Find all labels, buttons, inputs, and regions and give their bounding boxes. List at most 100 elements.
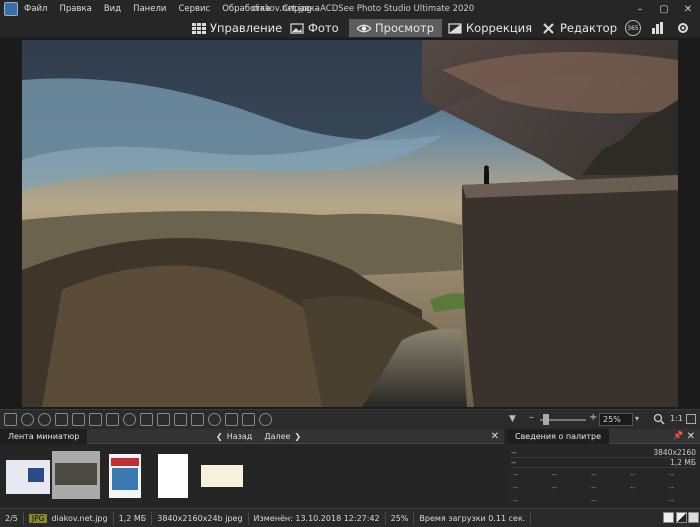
play-icon[interactable] [242,413,255,426]
palette-info-panel: Сведения о палитре 📌 ✕ -- 3840x2160 -- 1… [507,428,700,508]
settings-icon[interactable] [676,21,690,35]
zoom-field[interactable]: 25% [599,413,633,426]
save-icon[interactable] [4,413,17,426]
crop-icon[interactable] [55,413,68,426]
menu-tools[interactable]: Сервис [178,4,210,14]
thumbnail-4[interactable] [158,454,188,498]
palette-cell: -- [669,471,675,479]
menu-view[interactable]: Вид [104,4,121,14]
zoom-out-button[interactable]: – [529,412,534,423]
file-size: 1,2 МБ [114,511,153,525]
close-button[interactable]: ✕ [676,0,700,18]
fit-icon[interactable] [686,414,696,424]
menu-edit[interactable]: Правка [59,4,91,14]
image-index: 2/5 [0,511,24,525]
title-bar: Файл Правка Вид Панели Сервис Обработка … [0,0,700,18]
mode-bar: Управление Фото Просмотр Коррекция Редак… [0,18,700,38]
acdsee-365-icon[interactable]: 365 [625,20,641,36]
palette-close-icon[interactable]: ✕ [687,431,695,442]
info-icon[interactable] [174,413,187,426]
palette-cell: -- [630,484,636,492]
zoom-in-button[interactable]: + [589,412,597,423]
check-icon[interactable] [688,512,699,523]
thumbnail-5[interactable] [201,465,243,487]
fullscreen-icon[interactable] [140,413,153,426]
image-dimensions: 3840x2160x24b jpeg [152,511,249,525]
filmstrip-tab[interactable]: Лента миниатюр [0,428,88,444]
thumbnail-3[interactable] [109,454,141,498]
color-icon[interactable] [208,413,221,426]
filmstrip-panel: Лента миниатюр ❮ Назад Далее ❯ ✕ [0,428,504,508]
zoom-tool-icon[interactable] [123,413,136,426]
palette-cell: -- [591,497,597,505]
chevron-left-icon[interactable]: ❮ [216,432,223,441]
tools-icon[interactable] [157,413,170,426]
tab-manage[interactable]: Управление [184,19,290,37]
photo-icon [290,22,304,34]
grid-icon [192,22,206,34]
mark-icon[interactable] [663,512,674,523]
hand-icon[interactable] [89,413,102,426]
app-icon [4,2,18,16]
palette-cell: -- [630,471,636,479]
palette-cell: -- [669,497,675,505]
main-photo[interactable] [22,40,678,407]
edit-icon [543,22,554,34]
palette-cell: -- [591,471,597,479]
tab-photo-label: Фото [308,21,339,35]
maximize-button[interactable]: ▢ [652,0,676,18]
load-time: Время загрузки 0.11 сек. [414,511,532,525]
zoom-dropdown-icon[interactable]: ▾ [635,414,639,423]
select-icon[interactable] [106,413,119,426]
zoom-slider-handle[interactable] [543,414,549,425]
viewer-toolbar: ▼ – + 25% ▾ 1:1 [0,409,700,429]
palette-cell: -- [552,471,558,479]
tab-view[interactable]: Просмотр [349,19,443,37]
bottom-panels: Лента миниатюр ❮ Назад Далее ❯ ✕ Сведени… [0,428,700,508]
menu-file[interactable]: Файл [24,4,47,14]
minimize-button[interactable]: – [628,0,652,18]
palette-cell: -- [513,471,519,479]
tab-view-label: Просмотр [375,21,435,35]
palette-cell: -- [591,484,597,492]
palette-row-2-label: -- [511,458,517,467]
zoom-menu-icon[interactable]: ▼ [509,414,516,424]
image-viewer [0,38,700,409]
thumbnail-1[interactable] [6,460,50,494]
chevron-right-icon[interactable]: ❯ [294,432,301,441]
tab-photo[interactable]: Фото [282,19,347,37]
dashboard-icon[interactable] [651,21,665,35]
options-icon[interactable] [259,413,272,426]
palette-tab[interactable]: Сведения о палитре [507,428,610,444]
split-view-icon[interactable] [676,512,687,523]
palette-cell: -- [669,484,675,492]
pin-icon[interactable]: 📌 [673,431,683,440]
compare-icon[interactable] [225,413,238,426]
palette-row-1-value: 3840x2160 [653,448,696,457]
palette-cell: -- [552,484,558,492]
window-title: diakov.net.jpg - ACDSee Photo Studio Ult… [252,4,475,14]
actual-size-button[interactable]: 1:1 [670,414,683,423]
palette-cell: -- [513,484,519,492]
filmstrip-close-icon[interactable]: ✕ [491,431,499,442]
format-badge: JPG [28,513,48,523]
palette-row-2-value: 1,2 МБ [670,458,696,467]
tab-develop[interactable]: Коррекция [440,19,540,37]
menu-panels[interactable]: Панели [133,4,166,14]
eye-icon [357,24,371,32]
rotate-right-icon[interactable] [38,413,51,426]
palette-row-1-label: -- [511,448,517,457]
back-link[interactable]: Назад [227,432,253,441]
adjust-icon [448,22,462,34]
status-zoom: 25% [386,511,415,525]
next-link[interactable]: Далее [264,432,290,441]
thumbnail-2-selected[interactable] [52,451,100,499]
slideshow-icon[interactable] [72,413,85,426]
file-info: JPG diakov.net.jpg [24,511,114,525]
histogram-icon[interactable] [191,413,204,426]
tab-edit[interactable]: Редактор [534,19,625,37]
magnifier-icon[interactable] [653,413,665,425]
palette-cell: -- [513,497,519,505]
file-name: diakov.net.jpg [51,513,108,523]
rotate-left-icon[interactable] [21,413,34,426]
